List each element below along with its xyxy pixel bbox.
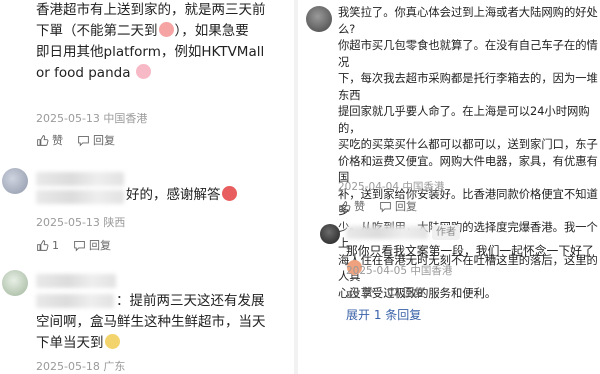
reply-button[interactable]: 回复 (73, 237, 111, 253)
like-button[interactable]: 赞 (346, 284, 373, 300)
reply-timestamp-location: 2025-04-05 中国香港 (346, 265, 453, 277)
reply-button[interactable]: 回复 (387, 284, 425, 300)
comment-line: 香港超市有上送到家的，就是两三天前 (36, 2, 266, 18)
thumbs-up-icon (347, 286, 359, 298)
comment-timestamp-location: 2025-05-13 中国香港 (36, 112, 148, 125)
comment-text-body: 好的，感谢解答 (126, 187, 221, 203)
comment-line: 你超市买几包零食也就算了。在没有自己车子在的情况 (338, 39, 598, 69)
comment-actions: 赞 回复 (36, 132, 129, 148)
user-avatar[interactable] (2, 270, 28, 296)
comment-actions: 赞 回复 (338, 198, 431, 214)
comment-timestamp-location: 2025-05-18 广东 (36, 360, 126, 373)
like-button[interactable]: 赞 (338, 198, 365, 214)
comment-line: 即日用其他platform，例如HKTVMall (36, 44, 265, 60)
blurred-username (36, 172, 124, 186)
smile-emoji-icon (158, 22, 174, 37)
like-label: 赞 (52, 134, 63, 147)
expand-replies-link[interactable]: 展开 1 条回复 (346, 306, 421, 323)
reply-button[interactable]: 回复 (379, 198, 417, 214)
comment-line: 买吃的买菜买什么都可以都可以，送到家门口，东子 (338, 138, 598, 151)
author-badge: 作者 (432, 225, 460, 240)
reply-button[interactable]: 回复 (77, 132, 115, 148)
comment-line: or food panda (36, 63, 266, 84)
blurred-username (36, 274, 116, 288)
comment-actions: 1 回复 (36, 237, 125, 253)
like-count: 1 (52, 238, 59, 252)
reply-label: 回复 (403, 286, 425, 299)
blurred-mention (36, 294, 114, 308)
chat-bubble-icon (74, 240, 85, 251)
comment-line: 提回家就几乎要人命了。在上海是可以24小时网购的， (338, 105, 590, 135)
chat-bubble-icon (78, 135, 89, 146)
reply-label: 回复 (93, 134, 115, 147)
comment-line-part: 下單（不能第二天到 (36, 23, 158, 39)
comment-line: 下，每次我去超市采购都是托行李箱去的，因为一堆东西 (338, 72, 598, 102)
comment-line-part: ），如果急要 (174, 23, 249, 39)
left-comment-panel: 香港超市有上送到家的，就是两三天前 下單（不能第二天到 ），如果急要 即日用其他p… (0, 0, 294, 374)
dizzy-emoji-icon (104, 334, 120, 349)
chat-bubble-icon (380, 201, 391, 212)
comment-line: 下單（不能第二天到 ），如果急要 (36, 21, 266, 42)
user-avatar[interactable] (2, 168, 28, 194)
comment-line-part: or food panda (36, 65, 131, 81)
reply-label: 回复 (89, 239, 111, 252)
like-button[interactable]: 1 (36, 239, 59, 252)
pig-emoji-icon (135, 64, 151, 79)
like-button[interactable]: 赞 (36, 132, 63, 148)
right-comment-panel: 我笑拉了。你真心体会过到上海或者大陆网购的好处么? 你超市买几包零食也就算了。在… (298, 0, 600, 374)
comment-timestamp-location: 2025-04-04 中国香港 (338, 181, 445, 193)
comment-line: 下单当天到 (36, 333, 266, 354)
comment-text: ：提前两三天这还有发展 (116, 291, 265, 312)
flushed-emoji-icon (221, 186, 237, 201)
reply-text-body: 那你只看我文案第一段，我们一起怀念一下好了 (346, 244, 594, 258)
comment-line: 我笑拉了。你真心体会过到上海或者大陆网购的好处么? (338, 6, 598, 36)
blurred-mention (36, 190, 124, 204)
comment-line: 空间啊，盒马鲜生这种生鲜超市，当天 (36, 314, 266, 330)
user-avatar[interactable] (306, 6, 332, 32)
comment-timestamp-location: 2025-05-13 陕西 (36, 216, 126, 229)
reply-label: 回复 (395, 200, 417, 213)
comment-text: 香港超市有上送到家的，就是两三天前 下單（不能第二天到 ），如果急要 即日用其他p… (36, 0, 266, 84)
like-label: 赞 (362, 286, 373, 299)
thumbs-up-icon (339, 200, 351, 212)
comment-line-part: 下单当天到 (36, 335, 104, 351)
thumbs-up-icon (37, 239, 49, 251)
chat-bubble-icon (388, 287, 399, 298)
comment-text: 好的，感谢解答 (126, 185, 238, 206)
comment-line: ：提前两三天这还有发展 (116, 293, 265, 309)
blurred-username (346, 226, 428, 239)
author-avatar[interactable] (320, 224, 340, 244)
thumbs-up-icon (37, 134, 49, 146)
reply-actions: 赞 回复 (346, 284, 439, 300)
comment-text: 空间啊，盒马鲜生这种生鲜超市，当天 下单当天到 (36, 312, 266, 354)
like-label: 赞 (354, 200, 365, 213)
